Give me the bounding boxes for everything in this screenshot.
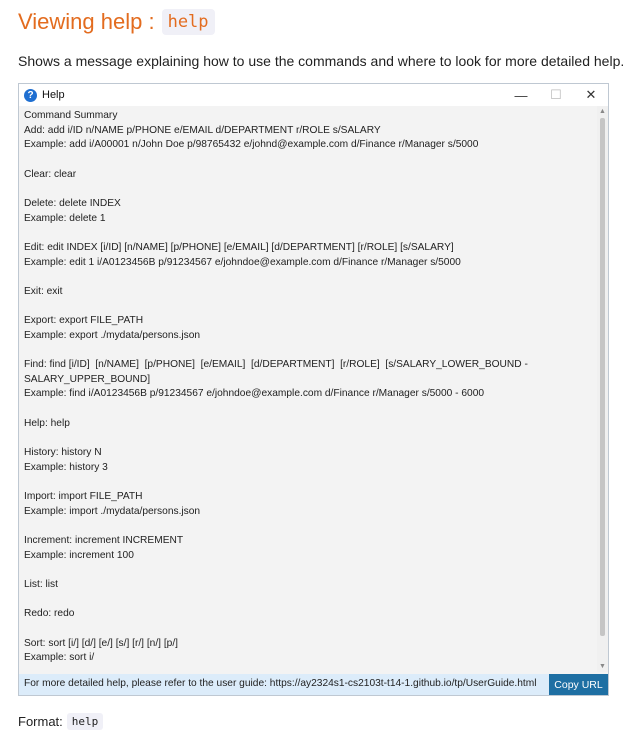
scrollbar-thumb[interactable]: [600, 118, 605, 636]
footer-bar: For more detailed help, please refer to …: [19, 674, 608, 695]
help-content[interactable]: Command Summary Add: add i/ID n/NAME p/P…: [19, 106, 598, 672]
help-window: ? Help — ☐ ✕ Command Summary Add: add i/…: [18, 83, 609, 696]
title-bar[interactable]: ? Help — ☐ ✕: [19, 84, 608, 106]
copy-url-button[interactable]: Copy URL: [549, 674, 608, 695]
scroll-up-icon[interactable]: ▲: [599, 108, 606, 115]
close-button[interactable]: ✕: [574, 84, 608, 106]
format-code: help: [66, 713, 104, 730]
help-icon: ?: [24, 88, 37, 102]
heading-prefix: Viewing help :: [18, 9, 155, 34]
maximize-button[interactable]: ☐: [539, 84, 573, 106]
window-title: Help: [42, 89, 65, 101]
heading-code: help: [161, 9, 215, 35]
description: Shows a message explaining how to use th…: [18, 53, 625, 69]
minimize-button[interactable]: —: [504, 84, 538, 106]
page-heading: Viewing help : help: [18, 9, 215, 35]
vertical-scrollbar[interactable]: ▲ ▼: [597, 106, 608, 672]
format-line: Format: help: [18, 713, 104, 730]
format-label: Format:: [18, 714, 63, 729]
command-summary-text: Command Summary Add: add i/ID n/NAME p/P…: [24, 110, 528, 664]
user-guide-message: For more detailed help, please refer to …: [24, 678, 537, 689]
scroll-down-icon[interactable]: ▼: [599, 663, 606, 670]
